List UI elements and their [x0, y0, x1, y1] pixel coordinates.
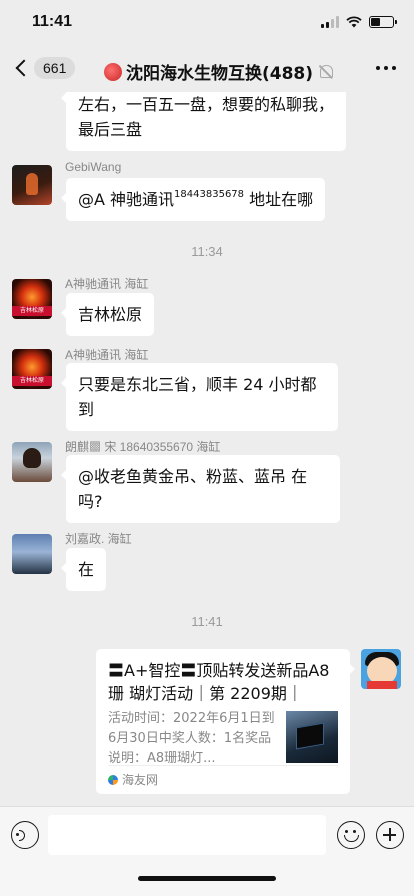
- message-text: 只要是东北三省，顺丰 24 小时都到: [78, 375, 317, 419]
- voice-input-icon[interactable]: [11, 821, 39, 849]
- more-options-button[interactable]: [376, 66, 396, 70]
- card-divider: [108, 765, 338, 766]
- sender-name: 刘嘉政. 海缸: [65, 532, 132, 546]
- message-text: @收老鱼黄金吊、粉蓝、蓝吊 在吗?: [78, 467, 308, 511]
- home-indicator: [138, 876, 276, 881]
- wifi-icon: [346, 16, 362, 28]
- chevron-left-icon: [15, 59, 33, 77]
- avatar[interactable]: [12, 165, 52, 205]
- avatar-caption: 吉林松原: [12, 306, 52, 316]
- add-attachment-icon[interactable]: [376, 821, 404, 849]
- card-source-name: 海友网: [122, 773, 159, 787]
- avatar-caption: 吉林松原: [12, 376, 52, 386]
- phone-number-text: 18443835678: [174, 189, 245, 200]
- sender-name: 朗麒▩ 宋 18640355670 海缸: [65, 440, 221, 454]
- source-app-icon: [108, 774, 118, 785]
- input-bar: [0, 806, 414, 896]
- message-text-tail: 地址在哪: [244, 190, 314, 209]
- cellular-signal-icon: [321, 16, 339, 28]
- message-bubble[interactable]: 在: [60, 548, 107, 591]
- status-bar: 11:41: [0, 0, 414, 48]
- message-text: 吉林松原: [78, 305, 143, 324]
- unread-count-badge: 661: [34, 57, 76, 79]
- message-bubble[interactable]: @A 神驰通讯18443835678 地址在哪: [60, 178, 326, 221]
- message-bubble[interactable]: 只要是东北三省，顺丰 24 小时都到: [61, 363, 338, 431]
- message-bubble[interactable]: 吉林松原: [60, 293, 155, 336]
- self-avatar[interactable]: [361, 649, 401, 689]
- emoji-icon[interactable]: [337, 821, 365, 849]
- card-description: 活动时间：2022年6月1日到6月30日中奖人数：1名奖品说明：A8珊瑚灯...: [108, 711, 275, 766]
- mute-bell-icon: [320, 65, 334, 78]
- battery-icon: [369, 16, 397, 28]
- message-bubble[interactable]: 左右，一百五一盘，想要的私聊我，最后三盘: [61, 92, 346, 151]
- status-icons: [321, 16, 397, 28]
- sender-name: GebiWang: [65, 160, 122, 174]
- chat-area[interactable]: 左右，一百五一盘，想要的私聊我，最后三盘 GebiWang @A 神驰通讯184…: [0, 92, 414, 806]
- message-text: 在: [78, 560, 95, 579]
- avatar[interactable]: [12, 442, 52, 482]
- avatar[interactable]: [12, 534, 52, 574]
- sender-name: A神驰通讯 海缸: [65, 348, 149, 362]
- message-text: @A 神驰通讯: [78, 190, 175, 209]
- back-button[interactable]: 661: [14, 57, 76, 79]
- chat-title[interactable]: 沈阳海水生物互换(488): [104, 59, 334, 84]
- message-text: 左右，一百五一盘，想要的私聊我，最后三盘: [78, 95, 335, 139]
- message-input[interactable]: [48, 815, 326, 855]
- avatar[interactable]: 吉林松原: [12, 349, 52, 389]
- card-source: 海友网: [108, 771, 158, 788]
- chat-title-text: 沈阳海水生物互换(488): [126, 64, 314, 84]
- nav-bar: 661 沈阳海水生物互换(488): [0, 48, 414, 92]
- status-time: 11:41: [32, 13, 73, 30]
- time-separator: 11:34: [191, 244, 223, 259]
- message-bubble[interactable]: @收老鱼黄金吊、粉蓝、蓝吊 在吗?: [61, 455, 340, 523]
- shared-link-card[interactable]: 〓A+智控〓顶贴转发送新品A8珊 瑚灯活动｜第 2209期｜ 活动时间：2022…: [96, 649, 355, 794]
- card-thumbnail: [286, 711, 338, 763]
- title-emoji-icon: [104, 62, 122, 81]
- sender-name: A神驰通讯 海缸: [65, 277, 149, 291]
- avatar[interactable]: 吉林松原: [12, 279, 52, 319]
- time-separator: 11:41: [191, 614, 223, 629]
- card-title: 〓A+智控〓顶贴转发送新品A8珊 瑚灯活动｜第 2209期｜: [108, 661, 330, 703]
